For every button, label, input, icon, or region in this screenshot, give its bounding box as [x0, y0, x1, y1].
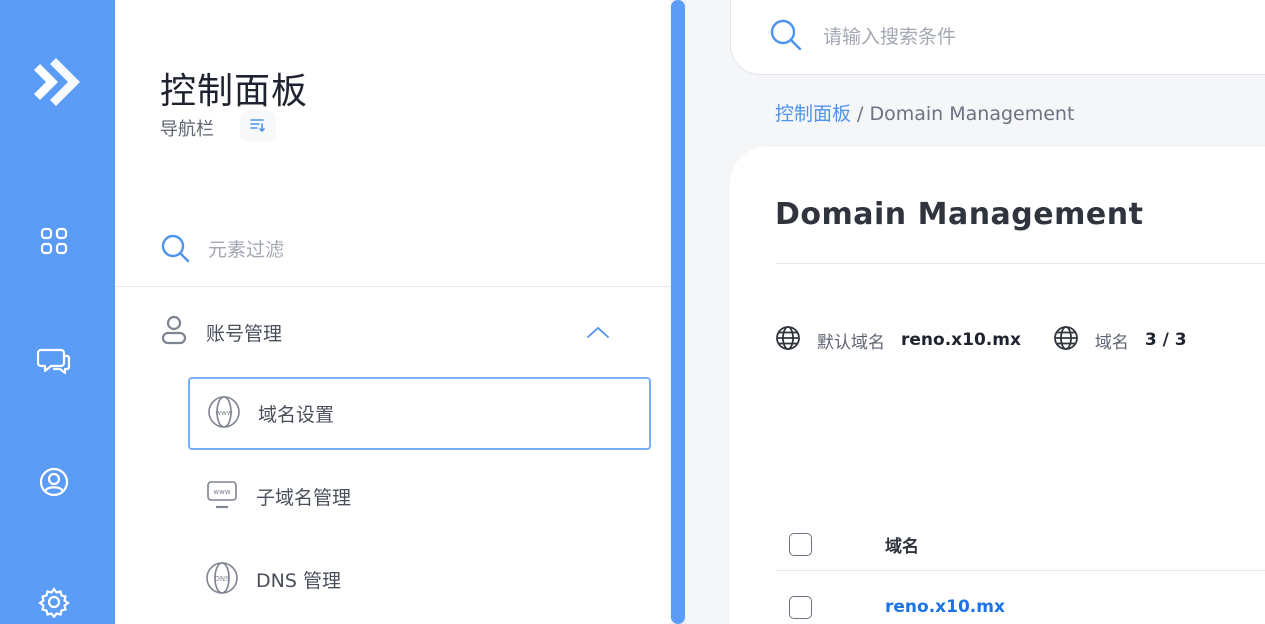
nav-item-label: 子域名管理 — [256, 487, 352, 509]
stat-label: 默认域名 — [817, 332, 885, 353]
breadcrumb: 控制面板 / Domain Management — [775, 99, 1074, 126]
account-group-toggle[interactable]: 账号管理 — [160, 312, 620, 352]
nav-item-label: 域名设置 — [258, 404, 335, 426]
top-search-bar — [730, 0, 1265, 75]
domain-link[interactable]: reno.x10.mx — [885, 597, 1005, 617]
nav-title: 控制面板 — [160, 71, 309, 112]
www-globe-icon: www — [207, 395, 241, 433]
nav-divider — [115, 286, 670, 287]
search-icon — [160, 233, 190, 267]
gear-icon[interactable] — [36, 584, 72, 620]
domain-count-stat: 域名 3 / 3 — [1053, 325, 1187, 355]
row-checkbox[interactable] — [789, 595, 812, 619]
sort-toggle-button[interactable] — [240, 110, 276, 142]
stat-value: reno.x10.mx — [901, 330, 1021, 350]
svg-text:www: www — [215, 409, 232, 417]
search-input[interactable] — [823, 26, 1223, 48]
main-content: 控制面板 / Domain Management Domain Manageme… — [686, 0, 1265, 624]
nav-item-domain-settings[interactable]: www 域名设置 — [188, 377, 651, 450]
icon-rail — [0, 0, 115, 624]
page-title: Domain Management — [775, 197, 1144, 232]
column-header-domain: 域名 — [885, 537, 919, 557]
breadcrumb-current: Domain Management — [869, 103, 1075, 125]
sort-lines-icon — [250, 117, 266, 136]
table-row: reno.x10.mx — [775, 585, 1265, 624]
nav-subtitle: 导航栏 — [160, 119, 214, 140]
globe-icon — [1053, 325, 1079, 355]
svg-text:www: www — [213, 488, 230, 496]
nav-panel: 控制面板 导航栏 账号管理 — [115, 0, 670, 624]
www-monitor-icon: www — [205, 478, 239, 516]
nav-item-dns-management[interactable]: DNS DNS 管理 — [188, 543, 651, 616]
chevron-up-icon[interactable] — [586, 320, 610, 348]
nav-item-subdomain-management[interactable]: www 子域名管理 — [188, 460, 651, 533]
element-filter — [160, 230, 620, 270]
domain-stats: 默认域名 reno.x10.mx 域名 3 / 3 — [775, 325, 1187, 355]
logo-arrow-icon[interactable] — [28, 56, 82, 110]
dns-globe-icon: DNS — [205, 561, 239, 599]
globe-icon — [775, 325, 801, 355]
scrollbar-thumb[interactable] — [671, 0, 685, 624]
user-icon — [160, 314, 188, 350]
domain-card: Domain Management 默认域名 reno.x10.mx 域名 3 … — [730, 147, 1265, 624]
user-circle-icon[interactable] — [36, 464, 72, 500]
filter-input[interactable] — [208, 239, 588, 261]
nav-item-label: DNS 管理 — [256, 570, 341, 592]
search-icon — [769, 18, 803, 56]
apps-grid-icon[interactable] — [36, 223, 72, 259]
breadcrumb-separator: / — [851, 103, 870, 125]
svg-text:DNS: DNS — [214, 575, 230, 583]
group-label: 账号管理 — [206, 322, 283, 345]
stat-label: 域名 — [1094, 332, 1129, 353]
table-header: 域名 — [775, 519, 1265, 571]
select-all-checkbox[interactable] — [789, 533, 812, 556]
stat-value: 3 / 3 — [1144, 330, 1187, 350]
card-divider — [775, 263, 1265, 264]
breadcrumb-root-link[interactable]: 控制面板 — [775, 103, 851, 125]
chat-bubbles-icon[interactable] — [36, 343, 72, 379]
